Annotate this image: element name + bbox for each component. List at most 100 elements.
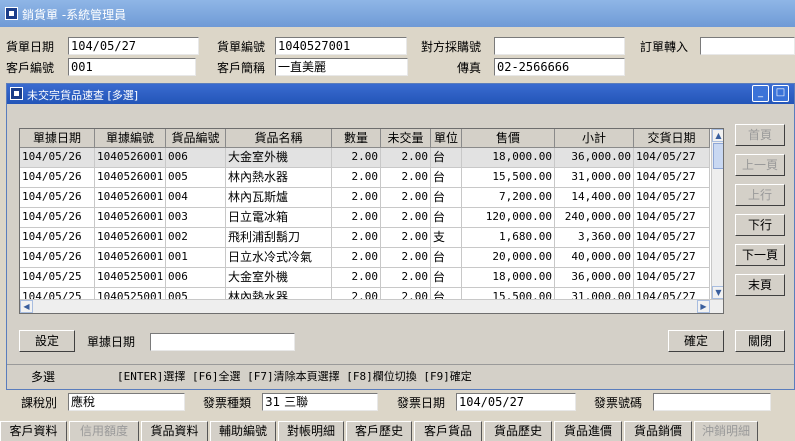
column-header[interactable]: 小計 bbox=[555, 129, 634, 148]
table-cell: 36,000.00 bbox=[555, 268, 634, 288]
confirm-button[interactable]: 確定 bbox=[668, 330, 724, 352]
status-divider bbox=[7, 364, 794, 365]
table-cell: 120,000.00 bbox=[462, 208, 555, 228]
table-cell: 104/05/26 bbox=[20, 248, 95, 268]
next-row-button[interactable]: 下行 bbox=[735, 214, 785, 236]
invoice-number-field[interactable] bbox=[653, 393, 771, 411]
subwindow-icon bbox=[10, 87, 23, 100]
table-cell: 104/05/27 bbox=[634, 248, 710, 268]
invoice-number-label: 發票號碼 bbox=[594, 396, 643, 410]
table-cell: 台 bbox=[431, 248, 462, 268]
doc-date-field[interactable] bbox=[150, 333, 295, 351]
doc-date-label: 單據日期 bbox=[87, 335, 136, 349]
customer-no-field[interactable]: 001 bbox=[68, 58, 196, 76]
order-transfer-field[interactable] bbox=[700, 37, 795, 55]
tab-item[interactable]: 對帳明細 bbox=[278, 421, 344, 441]
table-cell: 1040526001 bbox=[95, 248, 166, 268]
column-header[interactable]: 單據日期 bbox=[20, 129, 95, 148]
tab-item[interactable]: 貨品進價 bbox=[554, 421, 622, 441]
tab-item[interactable]: 貨品資料 bbox=[141, 421, 208, 441]
counter-po-field[interactable] bbox=[494, 37, 625, 55]
table-cell: 31,000.00 bbox=[555, 168, 634, 188]
scroll-right-icon[interactable]: ▶ bbox=[697, 300, 710, 313]
prev-page-button[interactable]: 上一頁 bbox=[735, 154, 785, 176]
table-cell: 大金室外機 bbox=[226, 148, 332, 168]
table-cell: 3,360.00 bbox=[555, 228, 634, 248]
last-page-button[interactable]: 末頁 bbox=[735, 274, 785, 296]
table-cell: 1,680.00 bbox=[462, 228, 555, 248]
table-row[interactable]: 104/05/26 1040526001 002 飛利浦刮鬍刀 2.00 2.00 支 1,6… bbox=[20, 228, 710, 248]
table-cell: 104/05/26 bbox=[20, 168, 95, 188]
first-page-button[interactable]: 首頁 bbox=[735, 124, 785, 146]
column-header[interactable]: 貨品名稱 bbox=[226, 129, 332, 148]
scroll-left-icon[interactable]: ◀ bbox=[20, 300, 33, 313]
table-cell: 7,200.00 bbox=[462, 188, 555, 208]
tab-item[interactable]: 客戶歷史 bbox=[346, 421, 412, 441]
table-cell: 台 bbox=[431, 148, 462, 168]
tax-type-label: 課稅別 bbox=[21, 396, 58, 410]
column-header[interactable]: 售價 bbox=[462, 129, 555, 148]
column-header[interactable]: 單據編號 bbox=[95, 129, 166, 148]
table-row[interactable]: 104/05/25 1040525001 006 大金室外機 2.00 2.00 台 18,0… bbox=[20, 268, 710, 288]
tab-item[interactable]: 輔助編號 bbox=[210, 421, 276, 441]
minimize-icon[interactable]: _ bbox=[752, 85, 769, 102]
table-cell: 15,500.00 bbox=[462, 168, 555, 188]
tab-item[interactable]: 信用額度 bbox=[69, 421, 139, 441]
table-cell: 104/05/27 bbox=[634, 188, 710, 208]
table-cell: 104/05/26 bbox=[20, 148, 95, 168]
table-cell: 台 bbox=[431, 208, 462, 228]
table-cell: 104/05/27 bbox=[634, 268, 710, 288]
column-header[interactable]: 未交量 bbox=[381, 129, 431, 148]
table-cell: 20,000.00 bbox=[462, 248, 555, 268]
close-button[interactable]: 關閉 bbox=[735, 330, 785, 352]
table-cell: 台 bbox=[431, 188, 462, 208]
tax-type-field[interactable]: 應稅 bbox=[68, 393, 185, 411]
table-row[interactable]: 104/05/26 1040526001 001 日立水冷式冷氣 2.00 2.00 台 20… bbox=[20, 248, 710, 268]
horizontal-scrollbar[interactable]: ◀ ▶ bbox=[20, 299, 723, 313]
invoice-date2-label: 發票日期 bbox=[397, 396, 446, 410]
table-cell: 104/05/27 bbox=[634, 228, 710, 248]
table-cell: 104/05/26 bbox=[20, 228, 95, 248]
counter-po-label: 對方採購號 bbox=[421, 40, 482, 54]
scroll-thumb[interactable] bbox=[713, 143, 723, 169]
table-cell: 2.00 bbox=[381, 248, 431, 268]
maximize-icon[interactable]: □ bbox=[772, 85, 789, 102]
tab-item[interactable]: 沖銷明細 bbox=[694, 421, 758, 441]
column-header[interactable]: 數量 bbox=[332, 129, 381, 148]
invoice-date2-field[interactable]: 104/05/27 bbox=[456, 393, 576, 411]
prev-row-button[interactable]: 上行 bbox=[735, 184, 785, 206]
tab-item[interactable]: 客戶資料 bbox=[0, 421, 67, 441]
table-row[interactable]: 104/05/26 1040526001 005 林內熱水器 2.00 2.00 台 15,5… bbox=[20, 168, 710, 188]
tab-item[interactable]: 貨品銷價 bbox=[624, 421, 692, 441]
next-page-button[interactable]: 下一頁 bbox=[735, 244, 785, 266]
tab-item[interactable]: 客戶貨品 bbox=[414, 421, 482, 441]
table-cell: 2.00 bbox=[381, 268, 431, 288]
tab-item[interactable]: 貨品歷史 bbox=[484, 421, 552, 441]
fax-field[interactable]: 02-2566666 bbox=[494, 58, 625, 76]
customer-short-field[interactable]: 一直美麗 bbox=[275, 58, 408, 76]
table-row[interactable]: 104/05/26 1040526001 004 林內瓦斯爐 2.00 2.00 台 7,20… bbox=[20, 188, 710, 208]
invoice-date-field[interactable]: 104/05/27 bbox=[68, 37, 199, 55]
table-cell: 36,000.00 bbox=[555, 148, 634, 168]
table-row[interactable]: 104/05/26 1040526001 006 大金室外機 2.00 2.00 台 18,0… bbox=[20, 148, 710, 168]
settings-button[interactable]: 設定 bbox=[19, 330, 75, 352]
scroll-down-icon[interactable]: ▼ bbox=[712, 286, 723, 299]
column-header[interactable]: 交貨日期 bbox=[634, 129, 710, 148]
table-row[interactable]: 104/05/26 1040526001 003 日立電冰箱 2.00 2.00 台 120,… bbox=[20, 208, 710, 228]
column-header[interactable]: 貨品編號 bbox=[166, 129, 226, 148]
table-cell: 18,000.00 bbox=[462, 268, 555, 288]
invoice-no-field[interactable]: 1040527001 bbox=[275, 37, 407, 55]
table-cell: 林內熱水器 bbox=[226, 168, 332, 188]
table-cell: 18,000.00 bbox=[462, 148, 555, 168]
column-header[interactable]: 單位 bbox=[431, 129, 462, 148]
keyboard-hint: [ENTER]選擇 [F6]全選 [F7]清除本頁選擇 [F8]欄位切換 [F9… bbox=[117, 370, 472, 383]
table-cell: 2.00 bbox=[332, 208, 381, 228]
invoice-kind-field[interactable]: 31 三聯 bbox=[262, 393, 378, 411]
table-cell: 104/05/27 bbox=[634, 168, 710, 188]
table-cell: 1040526001 bbox=[95, 188, 166, 208]
vertical-scrollbar[interactable]: ▲ ▼ bbox=[711, 129, 723, 313]
table-cell: 001 bbox=[166, 248, 226, 268]
table-cell: 104/05/27 bbox=[634, 148, 710, 168]
scroll-up-icon[interactable]: ▲ bbox=[712, 129, 723, 142]
table-cell: 006 bbox=[166, 268, 226, 288]
